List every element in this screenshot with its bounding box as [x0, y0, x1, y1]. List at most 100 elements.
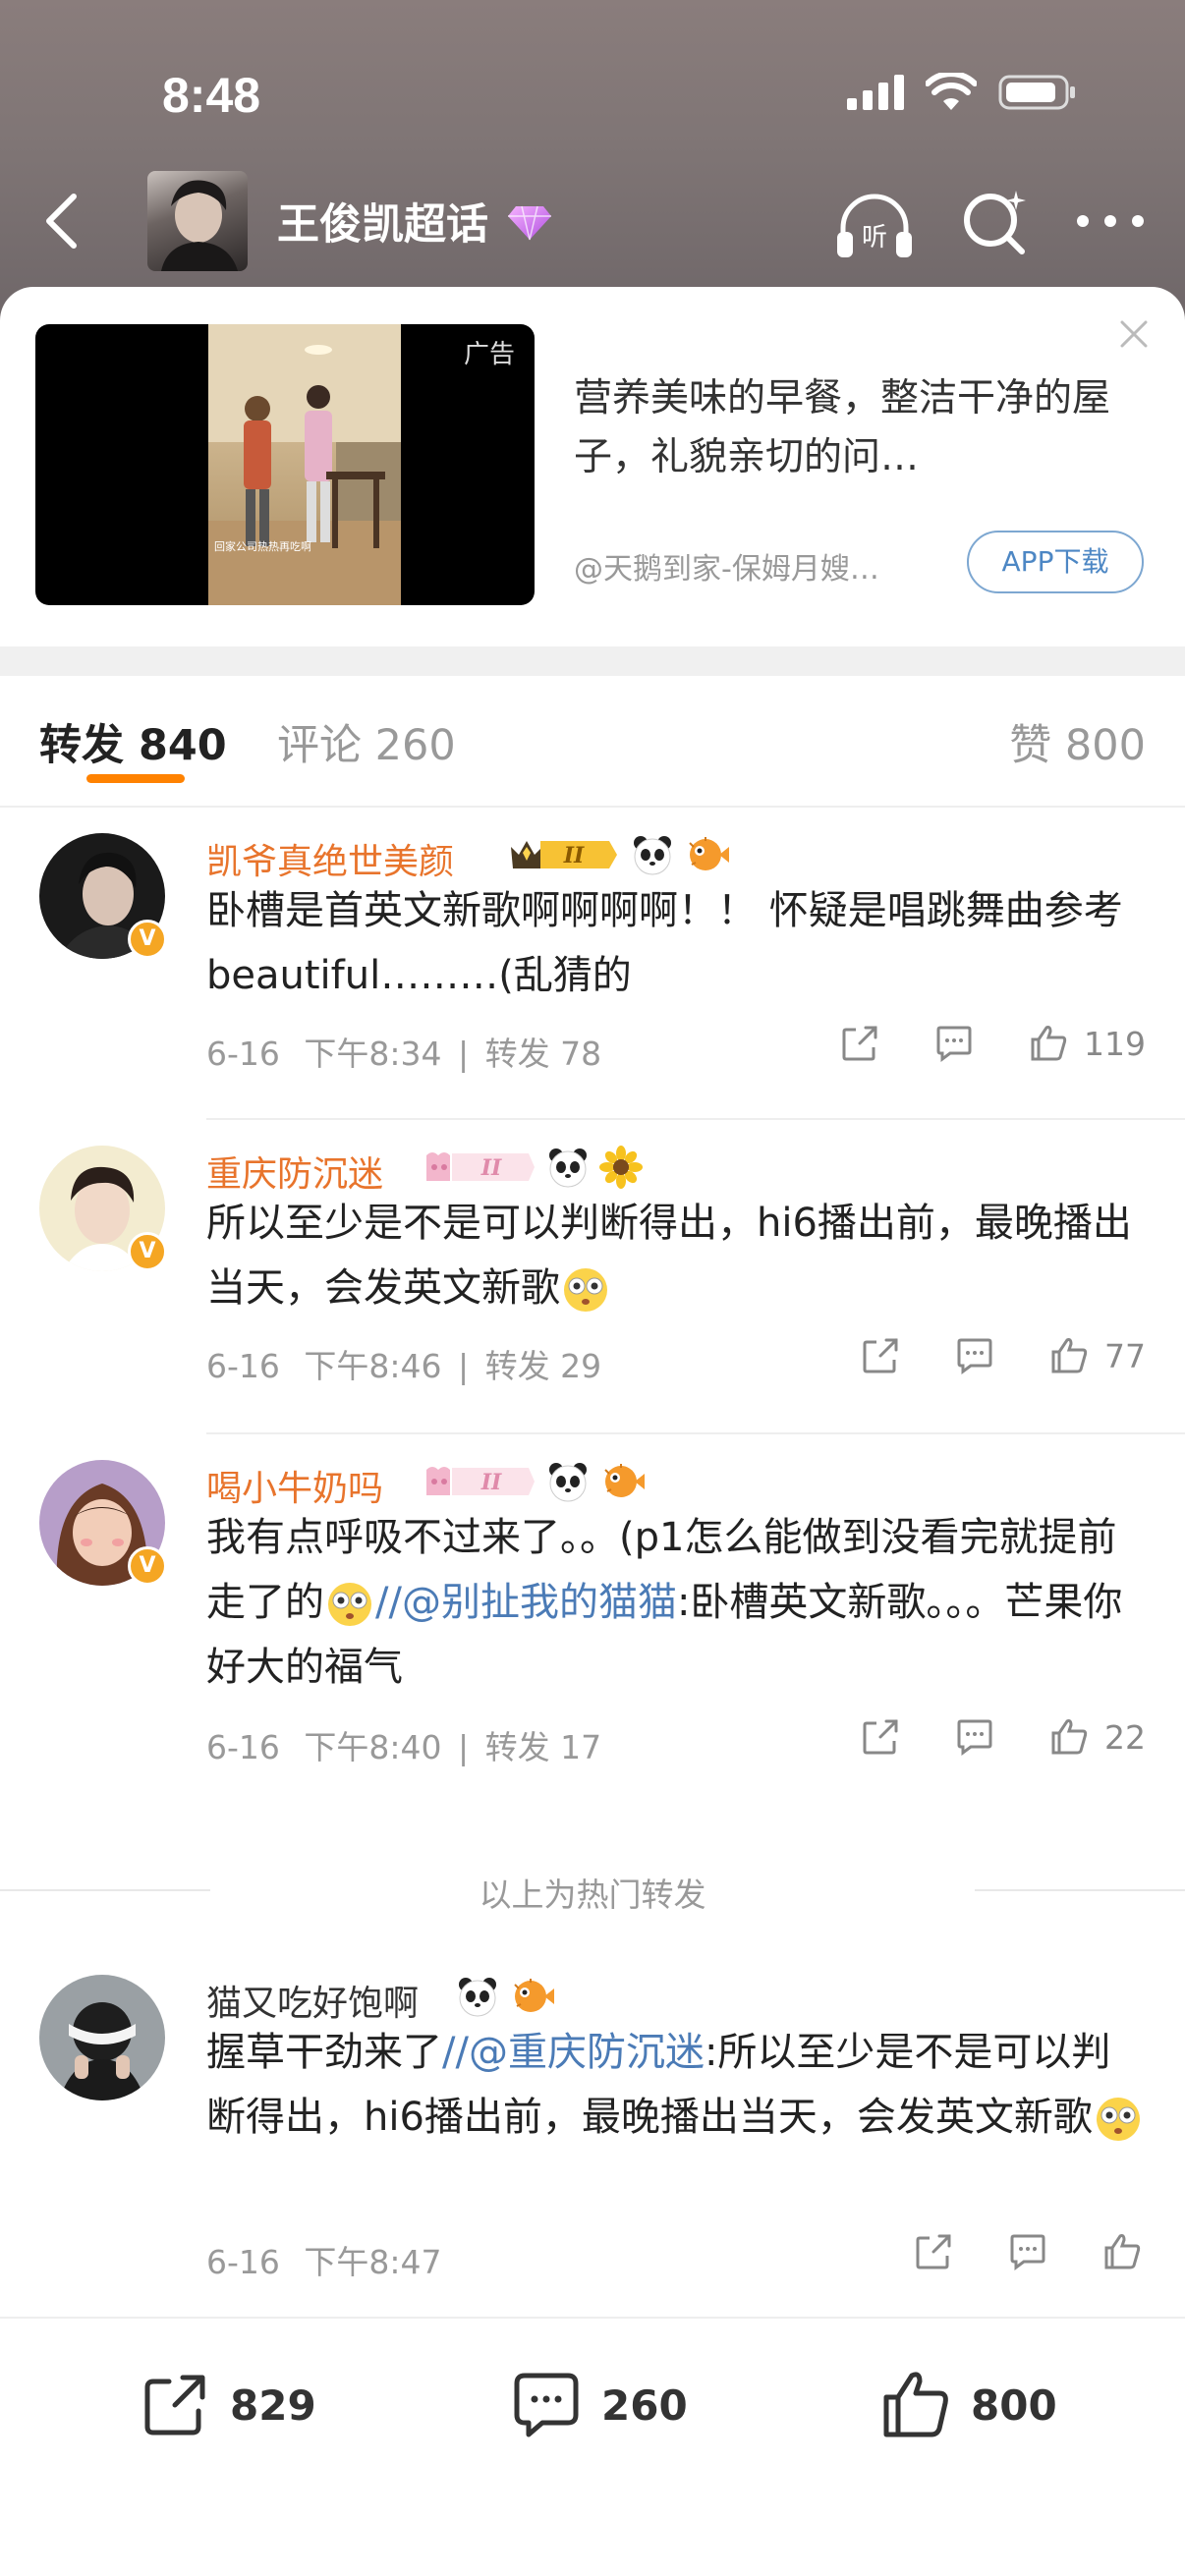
bottom-action-bar: 829 260 800 — [0, 2317, 1185, 2576]
comment-icon[interactable] — [1004, 2228, 1051, 2275]
svg-text:听: 听 — [862, 223, 887, 252]
meta-separator: | — [458, 1035, 470, 1073]
pufferfish-icon — [689, 837, 729, 870]
row-divider — [206, 1118, 1185, 1120]
comment-date: 6-16 — [206, 1035, 280, 1073]
repost-item[interactable]: V 重庆防沉迷 II 所以至少是不是可以判断得出，hi6播出前，最晚播出当天，会… — [0, 1146, 1185, 1440]
comment-total: 260 — [601, 2380, 688, 2430]
comment-date: 6-16 — [206, 1728, 280, 1766]
share-icon[interactable] — [910, 2228, 957, 2275]
search-button[interactable] — [955, 183, 1034, 261]
like-icon[interactable] — [1045, 1332, 1093, 1379]
comment-text-body: 所以至少是不是可以判断得出，hi6播出前，最晚播出当天，会发英文新歌 — [206, 1201, 1132, 1311]
verified-badge: V — [128, 1546, 167, 1586]
comment-text-before: 握草干劲来了 — [206, 2030, 442, 2075]
comment-actions — [910, 2228, 1146, 2275]
topic-header: 8:48 王俊凯超话 听 — [0, 0, 1185, 324]
comment-icon[interactable] — [951, 1332, 998, 1379]
wifi-icon — [926, 73, 977, 110]
ad-video[interactable]: 回家公司热热再吃啊 广告 — [35, 324, 535, 605]
repost-item[interactable]: V 凯爷真绝世美颜 II 卧槽是首英文新歌啊啊啊啊！！ 怀疑是唱跳舞曲参考 be… — [0, 833, 1185, 1128]
tab-repost[interactable]: 转发 840 — [39, 711, 227, 772]
shocked-face-icon — [1096, 2098, 1140, 2141]
hot-reposts-divider: 以上为热门转发 — [0, 1861, 1185, 1920]
repost-count[interactable]: 转发 78 — [485, 1035, 601, 1073]
comment-button[interactable]: 260 — [509, 2368, 688, 2442]
like-icon[interactable] — [1045, 1713, 1093, 1761]
ad-close-button[interactable] — [1116, 316, 1152, 352]
avatar[interactable] — [39, 1975, 165, 2100]
ad-video-scene — [208, 324, 401, 605]
share-icon[interactable] — [836, 1020, 883, 1067]
back-arrow-icon — [46, 194, 77, 249]
comment-time: 下午8:34 — [304, 1035, 442, 1073]
comment-text: 我有点呼吸不过来了。。(p1怎么能做到没看完就提前走了的 //@别扯我的猫猫:卧… — [206, 1505, 1150, 1700]
panda-icon — [459, 1978, 496, 2017]
topic-title: 王俊凯超话 — [277, 200, 488, 250]
ad-video-caption: 回家公司热热再吃啊 — [214, 540, 311, 553]
ad-download-button[interactable]: APP下载 — [967, 531, 1144, 593]
status-icons — [847, 71, 1077, 114]
comment-time: 下午8:40 — [304, 1728, 442, 1766]
more-dots-icon — [1077, 215, 1144, 227]
ad-banner[interactable]: 回家公司热热再吃啊 广告 营养美味的早餐，整洁干净的屋子，礼貌亲切的问… @天鹅… — [0, 287, 1185, 676]
comment-text: 卧槽是首英文新歌啊啊啊啊！！ 怀疑是唱跳舞曲参考 beautiful………(乱猜… — [206, 888, 1123, 998]
shocked-face-icon — [564, 1268, 607, 1312]
share-icon[interactable] — [857, 1713, 904, 1761]
battery-icon — [998, 75, 1075, 110]
listen-button[interactable]: 听 — [833, 185, 916, 263]
like-button[interactable]: 800 — [878, 2368, 1057, 2442]
verified-badge: V — [128, 1232, 167, 1271]
pufferfish-icon — [514, 1979, 554, 2012]
ad-source[interactable]: @天鹅到家-保姆月嫂… — [574, 544, 947, 588]
like-count: 77 — [1104, 1336, 1146, 1375]
username[interactable]: 猫又吃好饱啊 — [206, 1975, 419, 2026]
like-total: 800 — [971, 2380, 1057, 2430]
tab-comment[interactable]: 评论 260 — [277, 711, 456, 772]
topic-avatar[interactable] — [147, 171, 248, 271]
comment-date: 6-16 — [206, 2243, 280, 2281]
comment-icon[interactable] — [951, 1713, 998, 1761]
tab-like[interactable]: 赞 800 — [1009, 711, 1146, 772]
username[interactable]: 凯爷真绝世美颜 — [206, 833, 454, 884]
comment-icon[interactable] — [931, 1020, 978, 1067]
repost-count[interactable]: 转发 17 — [485, 1728, 601, 1766]
level-text: II — [480, 1470, 502, 1495]
like-icon[interactable] — [1025, 1020, 1072, 1067]
comment-meta: 6-16 下午8:47 — [206, 2236, 442, 2283]
repost-item[interactable]: 猫又吃好饱啊 握草干劲来了//@重庆防沉迷:所以至少是不是可以判断得出，hi6播… — [0, 1975, 1185, 2299]
thumbs-up-icon — [883, 2372, 948, 2437]
repost-count[interactable]: 转发 29 — [485, 1347, 601, 1385]
repost-button[interactable]: 829 — [138, 2368, 316, 2442]
mention-link[interactable]: //@重庆防沉迷 — [442, 2030, 705, 2075]
comment-date: 6-16 — [206, 1347, 280, 1385]
comment-time: 下午8:46 — [304, 1347, 442, 1385]
panda-icon — [634, 836, 671, 875]
username[interactable]: 喝小牛奶吗 — [206, 1460, 383, 1511]
tab-bar: 转发 840 评论 260 赞 800 — [0, 676, 1185, 808]
divider-line-right — [975, 1889, 1185, 1891]
repost-item[interactable]: V 喝小牛奶吗 II 我有点呼吸不过来了。。(p1怎么能做到没看完就提前走了的 … — [0, 1460, 1185, 1814]
back-button[interactable] — [29, 187, 98, 255]
like-icon[interactable] — [1099, 2228, 1146, 2275]
signal-icon — [847, 75, 904, 110]
more-button[interactable] — [1071, 196, 1150, 246]
share-icon[interactable] — [857, 1332, 904, 1379]
comment-actions: 22 — [857, 1713, 1146, 1761]
mention-link[interactable]: //@别扯我的猫猫 — [375, 1580, 677, 1625]
username[interactable]: 重庆防沉迷 — [206, 1146, 383, 1197]
row-divider — [206, 1432, 1185, 1434]
comment-text: 所以至少是不是可以判断得出，hi6播出前，最晚播出当天，会发英文新歌 — [206, 1191, 1150, 1320]
comment-actions: 119 — [836, 1020, 1146, 1067]
content-card: 回家公司热热再吃啊 广告 营养美味的早餐，整洁干净的屋子，礼貌亲切的问… @天鹅… — [0, 287, 1185, 2576]
verified-badge: V — [128, 920, 167, 959]
comment-text: 握草干劲来了//@重庆防沉迷:所以至少是不是可以判断得出，hi6播出前，最晚播出… — [206, 2020, 1150, 2150]
user-badges: II — [423, 1460, 647, 1503]
meta-separator: | — [458, 1728, 470, 1766]
close-icon — [1120, 320, 1148, 348]
comment-meta: 6-16 下午8:34 | 转发 78 — [206, 1028, 601, 1075]
fan-level-badge-icon: II — [511, 841, 617, 868]
shocked-face-icon — [328, 1583, 371, 1626]
ad-text[interactable]: 营养美味的早餐，整洁干净的屋子，礼貌亲切的问… — [574, 369, 1124, 487]
comment-bubble-icon — [514, 2373, 579, 2437]
